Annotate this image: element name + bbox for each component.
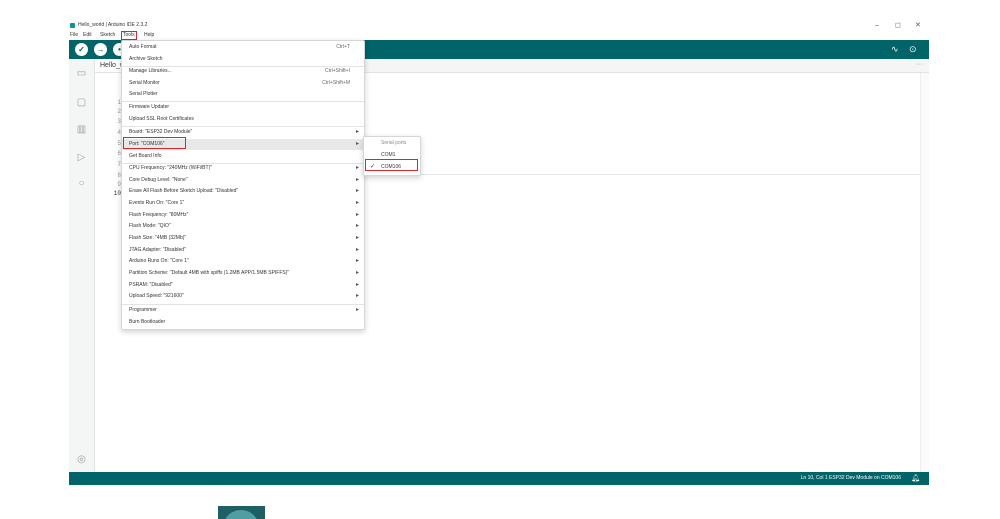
menu-item-serial-plotter[interactable]: Serial Plotter (122, 89, 364, 100)
menu-item-events-run-on[interactable]: Events Run On: "Core 1" ▸ (122, 198, 364, 209)
thumbnail-circle (224, 510, 258, 519)
maximize-button[interactable]: ◻ (895, 20, 901, 31)
library-manager-icon[interactable]: ▥ (75, 123, 88, 136)
menu-item-cpu-frequency[interactable]: CPU Frequency: "240MHz (WiFi/BT)" ▸ (122, 163, 364, 174)
menu-item-flash-frequency[interactable]: Flash Frequency: "80MHz" ▸ (122, 210, 364, 221)
cropped-thumbnail (218, 506, 265, 519)
tools-menu: Auto Format Ctrl+T Archive Sketch Manage … (121, 40, 365, 330)
arrow-right-icon: → (96, 45, 105, 54)
title-bar: Hello_world | Arduino IDE 2.3.2 – ◻ ✕ (69, 20, 929, 31)
status-text: Ln 10, Col 1 ESP32 Dev Module on COM106 (800, 475, 901, 481)
menu-edit[interactable]: Edit (83, 31, 92, 40)
line-number: 8 (117, 172, 121, 179)
menu-item-upload-ssl[interactable]: Upload SSL Root Certificates (122, 114, 364, 125)
pulse-icon: ∿ (891, 44, 899, 54)
menu-item-auto-format[interactable]: Auto Format Ctrl+T (122, 42, 364, 53)
menu-tools[interactable]: Tools (121, 31, 137, 40)
minimize-button[interactable]: – (875, 20, 879, 31)
line-number: 3 (117, 118, 121, 125)
menu-item-flash-size[interactable]: Flash Size: "4MB (32Mb)" ▸ (122, 233, 364, 244)
menu-item-partition-scheme[interactable]: Partition Scheme: "Default 4MB with spif… (122, 268, 364, 279)
menu-help[interactable]: Help (144, 31, 154, 40)
bell-icon[interactable]: 🔔︎ (911, 472, 920, 485)
menu-item-serial-monitor[interactable]: Serial Monitor Ctrl+Shift+M (122, 78, 364, 89)
more-icon[interactable]: ··· (916, 59, 923, 70)
boards-manager-icon[interactable]: ▢ (75, 96, 88, 109)
current-line-highlight (369, 174, 929, 175)
menu-file[interactable]: File (70, 31, 78, 40)
window-title: Hello_world | Arduino IDE 2.3.2 (78, 22, 148, 28)
folder-icon[interactable]: ▭ (75, 67, 88, 80)
serial-ports-header: Serial ports (381, 140, 407, 146)
menu-item-jtag-adapter[interactable]: JTAG Adapter: "Disabled" ▸ (122, 245, 364, 256)
menu-item-upload-speed[interactable]: Upload Speed: "921600" ▸ (122, 291, 364, 302)
com106-highlight-box (365, 159, 418, 171)
menu-item-erase-flash[interactable]: Erase All Flash Before Sketch Upload: "D… (122, 186, 364, 197)
line-number-current: 10 (113, 190, 121, 197)
port-highlight-box (123, 137, 186, 149)
menu-item-core-debug-level[interactable]: Core Debug Level: "None" ▸ (122, 175, 364, 186)
menu-bar: File Edit Sketch Tools Help (69, 31, 929, 40)
menu-item-flash-mode[interactable]: Flash Mode: "QIO" ▸ (122, 221, 364, 232)
menu-item-programmer[interactable]: Programmer ▸ (122, 305, 364, 316)
verify-button[interactable]: ✓ (75, 43, 88, 56)
search-icon[interactable]: ○ (75, 177, 88, 190)
arduino-app-icon (70, 23, 75, 28)
menu-sketch[interactable]: Sketch (100, 31, 115, 40)
upload-button[interactable]: → (94, 43, 107, 56)
serial-plotter-button[interactable]: ∿ (891, 43, 899, 56)
line-number: 7 (117, 161, 121, 168)
close-button[interactable]: ✕ (915, 20, 921, 31)
menu-item-burn-bootloader[interactable]: Burn Bootloader (122, 317, 364, 328)
line-number: 6 (117, 150, 121, 157)
menu-item-psram[interactable]: PSRAM: "Disabled" ▸ (122, 280, 364, 291)
line-number: 5 (117, 140, 121, 147)
menu-item-archive-sketch[interactable]: Archive Sketch (122, 54, 364, 65)
check-icon: ✓ (78, 45, 85, 54)
line-number: 4 (117, 129, 121, 136)
menu-item-firmware-updater[interactable]: Firmware Updater (122, 102, 364, 113)
status-bar: Ln 10, Col 1 ESP32 Dev Module on COM106 … (69, 472, 929, 485)
left-sidebar: ▭ ▢ ▥ ▷ ○ ◎ (69, 59, 95, 472)
serial-monitor-button[interactable]: ⊙ (909, 43, 917, 56)
line-number: 1 (117, 99, 121, 106)
menu-item-arduino-runs-on[interactable]: Arduino Runs On: "Core 1" ▸ (122, 256, 364, 267)
magnifier-icon: ⊙ (909, 44, 917, 54)
menu-item-manage-libraries[interactable]: Manage Libraries... Ctrl+Shift+I (122, 66, 364, 77)
line-number: 2 (117, 108, 121, 115)
editor-scrollbar[interactable] (920, 73, 929, 472)
debug-sidebar-icon[interactable]: ▷ (75, 151, 88, 164)
profile-icon[interactable]: ◎ (75, 453, 88, 466)
menu-item-get-board-info[interactable]: Get Board Info (122, 151, 364, 162)
line-number: 9 (117, 181, 121, 188)
